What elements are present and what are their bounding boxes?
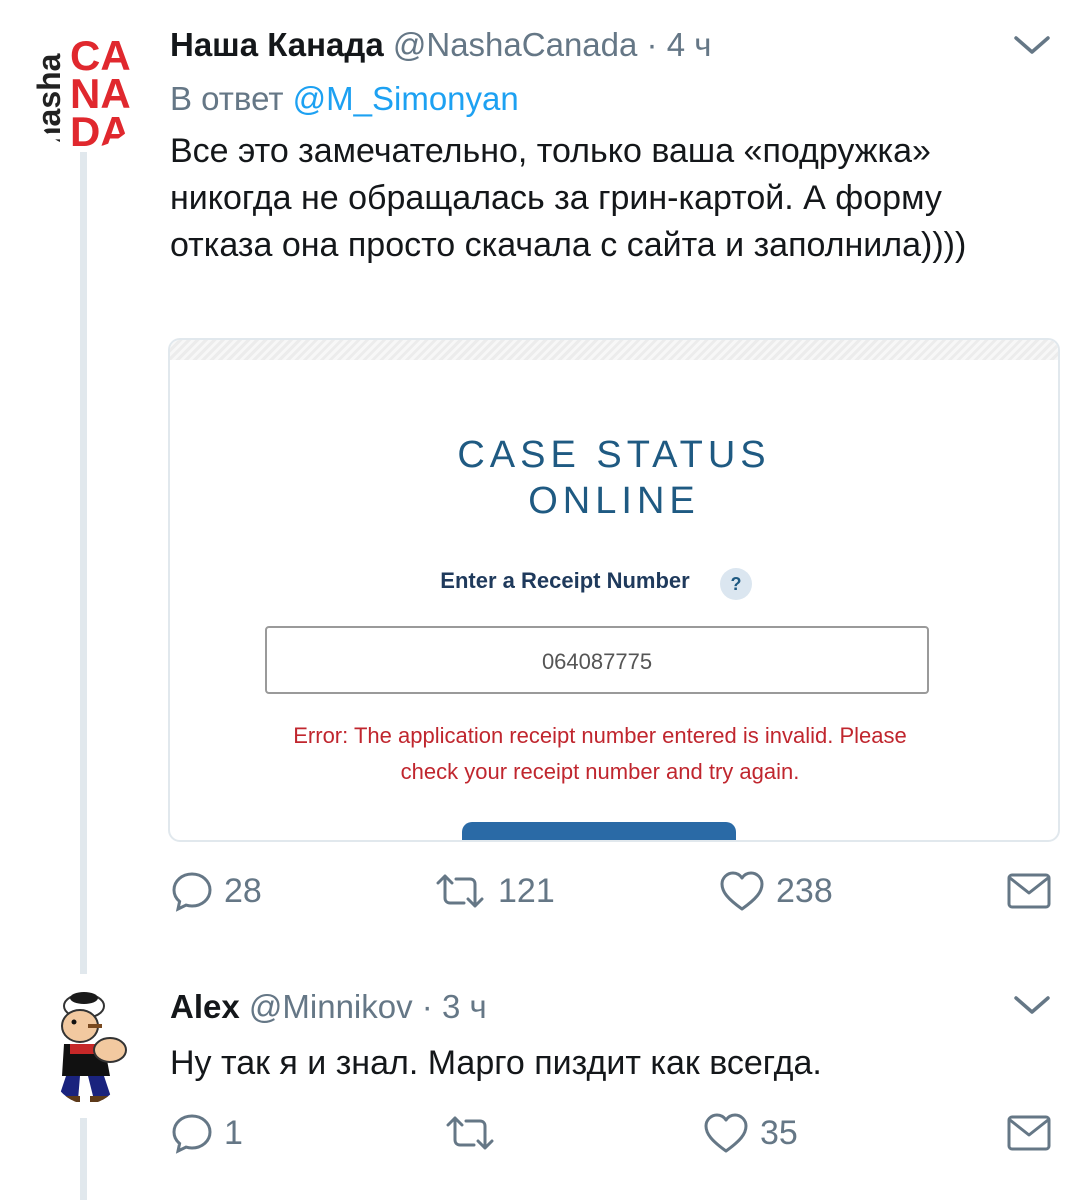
reply-icon xyxy=(170,869,214,913)
like-button-2[interactable]: 35 xyxy=(702,1108,798,1158)
thread-line-bottom xyxy=(80,1118,87,1200)
chevron-down-icon[interactable] xyxy=(1012,990,1052,1020)
header-separator: · xyxy=(646,26,658,63)
timestamp-2[interactable]: 3 ч xyxy=(442,988,487,1025)
timestamp[interactable]: 4 ч xyxy=(667,26,712,63)
tweet-header: Наша Канада @NashaCanada · 4 ч xyxy=(170,26,711,64)
tweet-header-2: Alex @Minnikov · 3 ч xyxy=(170,988,487,1026)
reply-count: 28 xyxy=(224,871,262,910)
like-count: 238 xyxy=(776,871,833,910)
chevron-down-icon[interactable] xyxy=(1012,30,1052,60)
tweet-actions: 28 121 238 xyxy=(170,866,1055,916)
tweet-text-2: Ну так я и знал. Марго пиздит как всегда… xyxy=(170,1044,822,1082)
avatar-nashacanada[interactable]: nasha CA NA DA xyxy=(26,28,146,148)
reply-context: В ответ @M_Simonyan xyxy=(170,80,519,118)
dm-button[interactable] xyxy=(1006,866,1052,916)
card-top-strip xyxy=(170,340,1058,360)
error-line-2: check your receipt number and try again. xyxy=(400,759,800,784)
avatar-alex[interactable] xyxy=(44,984,130,1104)
retweet-count: 121 xyxy=(498,871,555,910)
reply-button-2[interactable]: 1 xyxy=(170,1108,243,1158)
check-status-button xyxy=(462,822,736,840)
author-name[interactable]: Наша Канада xyxy=(170,26,384,63)
case-status-title: CASE STATUS ONLINE xyxy=(170,432,1058,524)
retweet-icon xyxy=(442,1111,498,1155)
thread-line-top xyxy=(80,152,87,974)
help-icon: ? xyxy=(720,568,752,600)
media-card[interactable]: CASE STATUS ONLINE Enter a Receipt Numbe… xyxy=(168,338,1060,842)
dm-button-2[interactable] xyxy=(1006,1108,1052,1158)
reply-icon xyxy=(170,1111,214,1155)
tweet-text: Все это замечательно, только ваша «подру… xyxy=(170,132,967,264)
reply-count-2: 1 xyxy=(224,1113,243,1152)
error-message: Error: The application receipt number en… xyxy=(250,718,950,790)
like-count-2: 35 xyxy=(760,1113,798,1152)
author-name-2[interactable]: Alex xyxy=(170,988,240,1025)
retweet-icon xyxy=(432,869,488,913)
logo-line-3: DA xyxy=(70,108,131,148)
dm-icon xyxy=(1006,871,1052,911)
receipt-label: Enter a Receipt Number xyxy=(440,568,690,593)
like-icon xyxy=(702,1111,750,1155)
like-icon xyxy=(718,869,766,913)
error-line-1: Error: The application receipt number en… xyxy=(293,723,907,748)
case-title-line-2: ONLINE xyxy=(528,480,700,522)
tweet-actions-2: 1 35 xyxy=(170,1108,1055,1158)
receipt-number-field: 064087775 xyxy=(265,626,929,694)
logo-side-text: nasha xyxy=(31,53,67,146)
retweet-button-2[interactable] xyxy=(442,1108,508,1158)
reply-mention-link[interactable]: @M_Simonyan xyxy=(293,80,519,117)
retweet-button[interactable]: 121 xyxy=(432,866,555,916)
reply-prefix: В ответ xyxy=(170,80,284,117)
header-separator-2: · xyxy=(421,988,433,1025)
author-handle-2[interactable]: @Minnikov xyxy=(249,988,413,1025)
dm-icon xyxy=(1006,1113,1052,1153)
like-button[interactable]: 238 xyxy=(718,866,833,916)
author-handle[interactable]: @NashaCanada xyxy=(393,26,638,63)
case-title-line-1: CASE STATUS xyxy=(457,434,771,476)
reply-button[interactable]: 28 xyxy=(170,866,262,916)
